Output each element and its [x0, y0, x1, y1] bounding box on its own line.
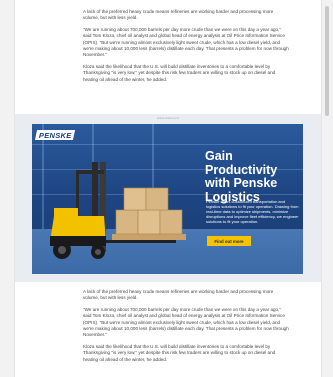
penske-ad-banner[interactable]: PENSKE Gain Productivity with Penske Log…	[32, 124, 303, 274]
ad-label: Advertisement	[157, 116, 179, 120]
article-body-top: A lack of the preferred heavy crude mean…	[83, 9, 289, 88]
article-paragraph: Kloza said the likelihood that the U.S. …	[83, 343, 276, 362]
article-paragraph: "We are running about 700,000 barrels pe…	[83, 306, 289, 338]
ad-headline: Gain Productivity with Penske Logistics	[205, 149, 278, 204]
article-paragraph: "We are running about 700,000 barrels pe…	[83, 26, 289, 58]
article-paragraph: A lack of the preferred heavy crude mean…	[83, 9, 274, 21]
ad-body-copy: Penske offers customized transportation …	[206, 199, 299, 224]
penske-logo: PENSKE	[34, 130, 76, 140]
article-page: A lack of the preferred heavy crude mean…	[14, 0, 322, 377]
find-out-more-button[interactable]: Find out more	[207, 236, 251, 246]
article-paragraph: A lack of the preferred heavy crude mean…	[83, 289, 274, 301]
page-scrollbar[interactable]	[324, 0, 330, 377]
logo-text: PENSKE	[38, 130, 72, 140]
ad-section: Advertisement PENSKE Gain Productivity w…	[15, 114, 321, 282]
article-paragraph: Kloza said the likelihood that the U.S. …	[83, 63, 276, 82]
scrollbar-thumb[interactable]	[325, 6, 329, 116]
article-body-bottom: A lack of the preferred heavy crude mean…	[83, 289, 289, 368]
